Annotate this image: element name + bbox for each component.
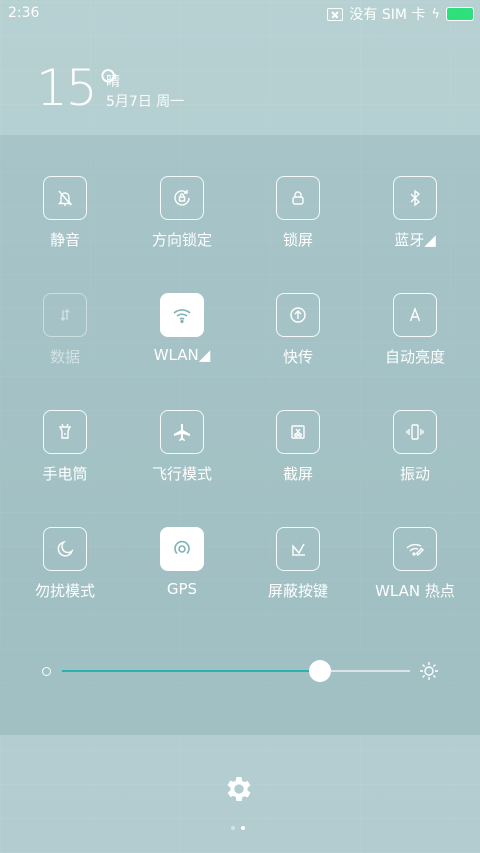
tile-wlan[interactable]: WLAN◢	[127, 293, 237, 364]
tile-do-not-disturb[interactable]: 勿扰模式	[10, 527, 120, 601]
quick-share-icon	[276, 293, 320, 337]
date-label: 5月7日 周一	[106, 94, 185, 110]
gear-icon[interactable]	[223, 773, 255, 805]
status-time: 2:36	[8, 5, 40, 21]
tile-rotation-lock[interactable]: 方向锁定	[127, 176, 237, 250]
page-dot	[231, 826, 235, 830]
tile-mobile-data[interactable]: 数据	[10, 293, 120, 367]
brightness-low-icon	[42, 667, 51, 676]
hotspot-icon	[393, 527, 437, 571]
tile-label: 截屏	[282, 465, 313, 483]
data-arrows-icon	[43, 293, 87, 337]
tile-label: 数据	[49, 348, 80, 366]
moon-icon	[43, 527, 87, 571]
tile-label: 静音	[49, 231, 80, 249]
tile-lock-screen[interactable]: 锁屏	[243, 176, 353, 250]
vibrate-icon	[393, 410, 437, 454]
gps-icon	[160, 527, 204, 571]
tile-label: 手电筒	[42, 465, 88, 483]
tile-label: 自动亮度	[384, 348, 445, 366]
tile-label: 锁屏	[282, 231, 313, 249]
brightness-high-icon	[420, 662, 438, 680]
bluetooth-icon	[393, 176, 437, 220]
tile-label: 蓝牙◢	[394, 231, 436, 249]
tile-label: WLAN 热点	[375, 582, 455, 600]
tile-label: 勿扰模式	[34, 582, 95, 600]
weather-widget[interactable]: 15° 晴 5月7日 周一	[36, 60, 184, 116]
battery-icon	[446, 7, 474, 21]
tile-gps[interactable]: GPS	[127, 527, 237, 598]
tile-quick-share[interactable]: 快传	[243, 293, 353, 367]
flashlight-icon	[43, 410, 87, 454]
tile-screenshot[interactable]: 截屏	[243, 410, 353, 484]
screenshot-icon	[276, 410, 320, 454]
tile-block-keys[interactable]: 屏蔽按键	[243, 527, 353, 601]
charging-icon: ϟ	[431, 6, 440, 22]
tile-label: 振动	[399, 465, 430, 483]
silent-bell-icon	[43, 176, 87, 220]
brightness-slider[interactable]	[42, 660, 442, 682]
tile-label: GPS	[166, 580, 198, 598]
brightness-fill	[62, 670, 320, 672]
lock-icon	[276, 176, 320, 220]
block-keys-icon	[276, 527, 320, 571]
rotation-lock-icon	[160, 176, 204, 220]
page-indicator	[231, 826, 245, 830]
no-sim-text: 没有 SIM 卡	[349, 7, 426, 23]
tile-label: 方向锁定	[151, 231, 212, 249]
status-bar: 2:36 没有 SIM 卡 ϟ	[0, 0, 480, 28]
wifi-icon	[160, 293, 204, 337]
tile-auto-brightness[interactable]: 自动亮度	[360, 293, 470, 367]
tile-hotspot[interactable]: WLAN 热点	[360, 527, 470, 601]
tile-label: 快传	[282, 348, 313, 366]
tile-airplane-mode[interactable]: 飞行模式	[127, 410, 237, 484]
auto-brightness-icon	[393, 293, 437, 337]
tile-flashlight[interactable]: 手电筒	[10, 410, 120, 484]
tile-label: 屏蔽按键	[267, 582, 328, 600]
page-dot-active	[241, 826, 245, 830]
tile-label: WLAN◢	[153, 346, 211, 364]
tile-bluetooth[interactable]: 蓝牙◢	[360, 176, 470, 250]
no-sim-icon	[327, 7, 344, 21]
brightness-track[interactable]	[62, 660, 410, 682]
airplane-icon	[160, 410, 204, 454]
tile-label: 飞行模式	[151, 465, 212, 483]
brightness-thumb[interactable]	[309, 660, 331, 682]
tile-vibrate[interactable]: 振动	[360, 410, 470, 484]
tile-silent[interactable]: 静音	[10, 176, 120, 250]
weather-condition: 晴	[106, 74, 120, 90]
